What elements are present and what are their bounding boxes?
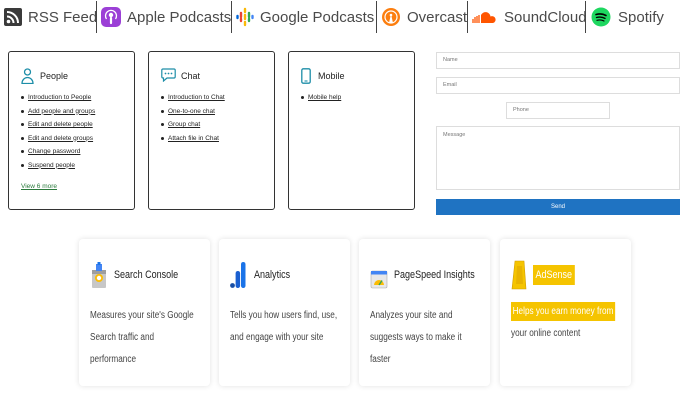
list-item: Change password	[21, 148, 124, 155]
people-card-title: People	[40, 71, 69, 81]
bullet	[21, 150, 24, 153]
search-console-description: Measures your site's Google Search traff…	[90, 310, 194, 365]
list-item: Attach file in Chat	[161, 135, 264, 142]
soundcloud-label: SoundCloud	[504, 8, 587, 26]
adsense-description: Helps you earn money from your online co…	[511, 301, 622, 345]
mobile-link[interactable]: Mobile help	[308, 94, 341, 101]
name-field[interactable]: Name	[436, 52, 680, 69]
bullet	[21, 109, 24, 113]
pagespeed-insights-card[interactable]: PageSpeed Insights Analyzes your site an…	[359, 239, 490, 386]
adsense-description-highlight: Helps you earn money from	[511, 302, 616, 321]
adsense-icon	[511, 260, 527, 290]
google-podcasts-label: Google Podcasts	[260, 8, 375, 26]
people-card-header: People	[21, 68, 124, 84]
spotify-label: Spotify	[618, 8, 664, 26]
overcast-link[interactable]: Overcast	[377, 1, 468, 33]
adsense-title: AdSense	[533, 265, 575, 285]
people-link[interactable]: Introduction to People	[28, 94, 91, 101]
chat-link[interactable]: Introduction to Chat	[168, 94, 225, 101]
people-link[interactable]: Edit and delete groups	[28, 135, 93, 142]
analytics-description: Tells you how users find, use, and engag…	[230, 310, 338, 343]
pagespeed-title: PageSpeed Insights	[394, 269, 475, 281]
mobile-phone-icon	[301, 68, 313, 84]
list-item: Mobile help	[301, 94, 404, 101]
analytics-icon	[230, 261, 248, 289]
overcast-icon	[381, 6, 401, 28]
search-console-icon	[90, 261, 108, 289]
chat-link[interactable]: Group chat	[168, 121, 200, 128]
people-link[interactable]: Change password	[28, 148, 80, 155]
bullet	[301, 96, 304, 99]
bullet	[161, 123, 164, 126]
people-link[interactable]: Edit and delete people	[28, 121, 93, 128]
list-item: Suspend people	[21, 162, 124, 169]
chat-links-list: Introduction to Chat One-to-one chat Gro…	[161, 94, 264, 142]
view-more-link[interactable]: View 6 more	[21, 183, 57, 190]
list-item: Introduction to People	[21, 94, 124, 101]
phone-field[interactable]: Phone	[506, 102, 610, 119]
podcast-links-bar: RSS Feed Apple Podcasts Google Podcasts …	[0, 0, 700, 34]
overcast-label: Overcast	[407, 8, 468, 26]
list-item: Group chat	[161, 121, 264, 128]
analytics-title: Analytics	[254, 269, 291, 281]
email-field[interactable]: Email	[436, 77, 680, 94]
message-field[interactable]: Message	[436, 126, 680, 190]
bullet	[161, 136, 164, 140]
list-item: One-to-one chat	[161, 108, 264, 115]
list-item: Add people and groups	[21, 108, 124, 115]
google-podcasts-link[interactable]: Google Podcasts	[232, 1, 377, 33]
bullet	[161, 109, 164, 113]
mobile-card-header: Mobile	[301, 68, 404, 84]
adsense-card[interactable]: AdSense Helps you earn money from your o…	[500, 239, 631, 386]
mobile-card-title: Mobile	[318, 71, 345, 81]
people-links-list: Introduction to People Add people and gr…	[21, 94, 124, 169]
list-item: Introduction to Chat	[161, 94, 264, 101]
people-link[interactable]: Add people and groups	[28, 108, 95, 115]
bullet	[21, 123, 24, 126]
chat-link[interactable]: One-to-one chat	[168, 108, 215, 115]
analytics-card[interactable]: Analytics Tells you how users find, use,…	[219, 239, 350, 386]
spotify-link[interactable]: Spotify	[586, 1, 676, 33]
rss-icon	[4, 6, 22, 28]
search-console-card[interactable]: Search Console Measures your site's Goog…	[79, 239, 210, 386]
bullet	[21, 96, 24, 99]
mobile-links-list: Mobile help	[301, 94, 404, 101]
chat-help-card: Chat Introduction to Chat One-to-one cha…	[148, 51, 275, 210]
chat-bubble-icon	[161, 68, 176, 84]
apple-podcasts-label: Apple Podcasts	[127, 8, 232, 26]
pagespeed-description: Analyzes your site and suggests ways to …	[370, 310, 462, 365]
chat-card-header: Chat	[161, 68, 264, 84]
list-item: Edit and delete groups	[21, 135, 124, 142]
list-item: Edit and delete people	[21, 121, 124, 128]
apple-podcasts-icon	[101, 6, 121, 28]
bullet	[21, 136, 24, 140]
person-icon	[21, 68, 35, 84]
google-podcasts-icon	[236, 6, 254, 28]
rss-feed-label: RSS Feed	[28, 8, 98, 26]
pagespeed-header: PageSpeed Insights	[370, 261, 480, 289]
adsense-description-rest: your online content	[511, 328, 581, 339]
people-link[interactable]: Suspend people	[28, 162, 75, 169]
soundcloud-icon	[472, 6, 498, 28]
soundcloud-link[interactable]: SoundCloud	[468, 1, 587, 33]
apple-podcasts-link[interactable]: Apple Podcasts	[97, 1, 232, 33]
rss-feed-link[interactable]: RSS Feed	[0, 1, 97, 33]
bullet	[21, 163, 24, 167]
mobile-help-card: Mobile Mobile help	[288, 51, 415, 210]
bullet	[161, 96, 164, 99]
analytics-header: Analytics	[230, 261, 340, 289]
adsense-header: AdSense	[511, 259, 621, 291]
pagespeed-icon	[370, 261, 388, 289]
chat-link[interactable]: Attach file in Chat	[168, 135, 219, 142]
search-console-header: Search Console	[90, 261, 200, 289]
spotify-icon	[590, 6, 612, 28]
chat-card-title: Chat	[181, 71, 201, 81]
people-help-card: People Introduction to People Add people…	[8, 51, 135, 210]
send-button[interactable]: Send	[436, 199, 680, 215]
search-console-title: Search Console	[114, 269, 179, 281]
contact-form: Name Email Phone Message Send	[436, 52, 680, 215]
